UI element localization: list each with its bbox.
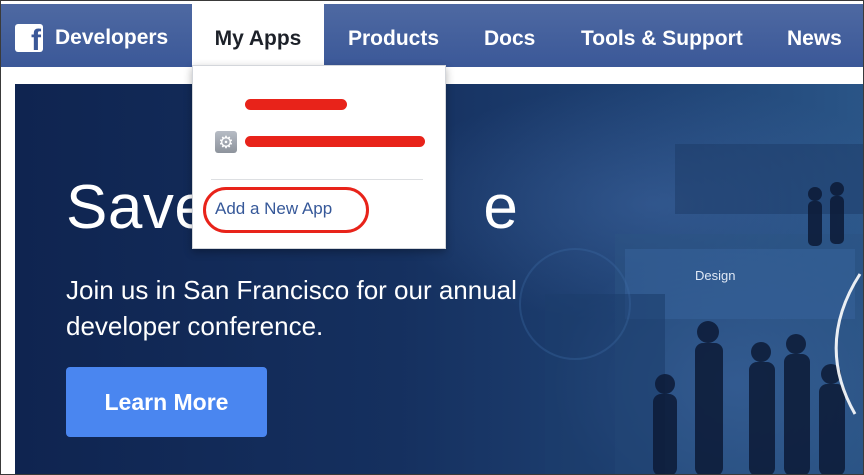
hero-subtitle: Join us in San Francisco for our annual … <box>66 275 517 341</box>
annotation-highlight-circle <box>203 187 369 233</box>
redaction-mark <box>245 99 347 110</box>
learn-more-button[interactable]: Learn More <box>66 367 267 437</box>
nav-docs[interactable]: Docs <box>484 4 535 67</box>
redaction-mark <box>245 136 425 147</box>
nav-products[interactable]: Products <box>348 4 439 67</box>
gear-icon: ⚙ <box>215 131 237 153</box>
hero-title-start: Save <box>66 173 210 242</box>
dropdown-divider <box>211 179 423 180</box>
facebook-logo-icon: f <box>15 24 43 52</box>
browser-viewport: Design Save e Join us in San Francisco fo… <box>0 0 864 475</box>
top-nav-bar: f Developers My Apps Products Docs Tools… <box>1 1 863 67</box>
nav-news[interactable]: News <box>787 4 842 67</box>
nav-my-apps[interactable]: My Apps <box>192 4 324 67</box>
nav-tools-support[interactable]: Tools & Support <box>581 4 743 67</box>
hero-title-end: e <box>483 173 519 242</box>
design-sign-text: Design <box>695 268 735 283</box>
developers-home-link[interactable]: f Developers <box>15 23 168 53</box>
dropdown-app-item-2[interactable]: ⚙ <box>215 129 425 155</box>
brand-label: Developers <box>55 26 169 49</box>
